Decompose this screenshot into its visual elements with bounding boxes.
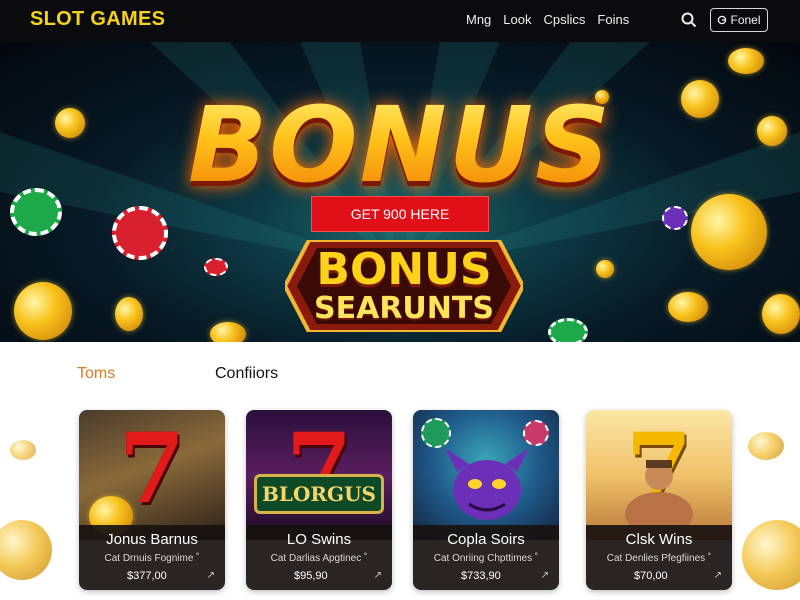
gold-coin-icon (762, 294, 800, 334)
game-title: Copla Soirs (447, 531, 525, 548)
game-subtitle: Cat Drnuis Fognime ˚ (104, 553, 200, 564)
game-price: $377,00 (127, 570, 167, 582)
tab-confiiors[interactable]: Confiiors (215, 365, 278, 383)
hero-title: BONUS (0, 84, 800, 206)
game-card[interactable]: Copla Soirs Cat Onriing Chpttimes ˚ $733… (413, 410, 559, 590)
badge-line-2: SEARUNTS (314, 291, 494, 326)
green-chip-icon (548, 318, 588, 342)
pink-chip-icon (523, 420, 549, 446)
login-label: Fonel (730, 13, 761, 27)
site-logo[interactable]: SLOT GAMES (30, 8, 165, 31)
game-price: $733,90 (461, 570, 501, 582)
main-nav: Mng Look Cpslics Foins (466, 12, 629, 27)
gold-coin-icon (0, 520, 52, 580)
nav-item-foins[interactable]: Foins (597, 12, 629, 27)
game-price: $70,00 (634, 570, 668, 582)
hero-banner: BONUS GET 900 HERE BONUS SEARUNTS (0, 42, 800, 342)
bonus-badge: BONUS SEARUNTS (285, 240, 523, 332)
game-card[interactable]: 7 Clsk Wins Cat Denlies Pfegfiines ˚ $70… (586, 410, 732, 590)
top-navbar: SLOT GAMES Mng Look Cpslics Foins Fonel (0, 0, 800, 42)
game-card[interactable]: 7 Jonus Barnus Cat Drnuis Fognime ˚ $377… (79, 410, 225, 590)
muscle-hero-icon (625, 460, 693, 532)
gold-coin-icon (728, 48, 764, 74)
info-icon[interactable]: ↗ (714, 570, 722, 581)
nav-item-cpslics[interactable]: Cpslics (544, 12, 586, 27)
game-price: $95,90 (294, 570, 328, 582)
red-chip-icon (204, 258, 228, 276)
game-card[interactable]: 7 BLORGUS LO Swins Cat Darlias Apgtinec … (246, 410, 392, 590)
game-logo-banner: BLORGUS (254, 474, 384, 514)
game-card-grid: 7 Jonus Barnus Cat Drnuis Fognime ˚ $377… (79, 410, 735, 590)
gold-coin-icon (210, 322, 246, 342)
nav-item-mng[interactable]: Mng (466, 12, 491, 27)
purple-chip-icon (662, 206, 688, 230)
badge-line-1: BONUS (316, 244, 492, 295)
gold-coin-icon (742, 520, 800, 590)
gold-coin-icon (668, 292, 708, 322)
gold-coin-icon (115, 297, 143, 331)
game-title: LO Swins (286, 531, 352, 548)
tab-toms[interactable]: Toms (77, 365, 115, 383)
gold-coin-icon (748, 432, 784, 460)
nav-item-look[interactable]: Look (503, 12, 531, 27)
red-chip-icon (112, 206, 168, 260)
info-icon[interactable]: ↗ (541, 570, 549, 581)
gold-coin-icon (596, 260, 614, 278)
login-button[interactable]: Fonel (710, 8, 768, 32)
game-subtitle: Cat Denlies Pfegfiines ˚ (606, 553, 712, 564)
info-icon[interactable]: ↗ (207, 570, 215, 581)
gold-coin-icon (14, 282, 72, 340)
info-icon[interactable]: ↗ (374, 570, 382, 581)
gold-coin-icon (10, 440, 36, 460)
search-icon[interactable] (680, 11, 698, 29)
purple-monster-icon (445, 448, 529, 520)
game-subtitle: Cat Onriing Chpttimes ˚ (433, 553, 539, 564)
account-icon (718, 15, 727, 25)
game-subtitle: Cat Darlias Apgtinec ˚ (270, 553, 368, 564)
get-bonus-button[interactable]: GET 900 HERE (311, 196, 489, 232)
game-title: Clsk Wins (625, 531, 693, 548)
game-title: Jonus Barnus (106, 531, 198, 548)
